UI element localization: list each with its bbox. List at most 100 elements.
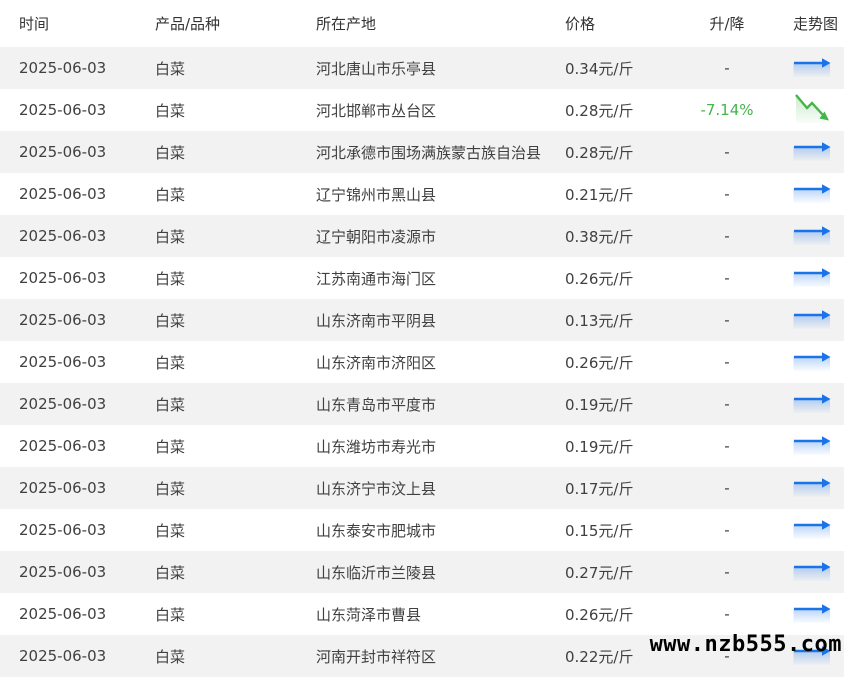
cell-price: 0.28元/斤	[565, 89, 695, 131]
column-header-product: 产品/品种	[155, 0, 316, 47]
cell-trend	[767, 341, 844, 383]
cell-product: 白菜	[155, 509, 316, 551]
cell-change: -	[695, 215, 767, 257]
table-row: 2025-06-03 白菜 河北唐山市乐亭县 0.34元/斤 -	[0, 47, 844, 89]
cell-price: 0.38元/斤	[565, 215, 695, 257]
cell-origin: 辽宁朝阳市凌源市	[316, 215, 565, 257]
cell-product: 白菜	[155, 425, 316, 467]
cell-time: 2025-06-03	[0, 131, 155, 173]
cell-change: -	[695, 509, 767, 551]
cell-product: 白菜	[155, 383, 316, 425]
trend-flat-arrow-icon[interactable]	[793, 429, 831, 465]
table-row: 2025-06-03 白菜 河北邯郸市丛台区 0.28元/斤 -7.14%	[0, 89, 844, 131]
column-header-trend: 走势图	[767, 0, 844, 47]
trend-flat-arrow-icon[interactable]	[793, 303, 831, 339]
cell-time: 2025-06-03	[0, 635, 155, 677]
trend-flat-arrow-icon[interactable]	[793, 135, 831, 171]
cell-time: 2025-06-03	[0, 467, 155, 509]
cell-price: 0.17元/斤	[565, 467, 695, 509]
cell-price: 0.26元/斤	[565, 593, 695, 635]
cell-time: 2025-06-03	[0, 47, 155, 89]
column-header-time: 时间	[0, 0, 155, 47]
cell-trend	[767, 425, 844, 467]
cell-time: 2025-06-03	[0, 299, 155, 341]
cell-change: -7.14%	[695, 89, 767, 131]
trend-down-arrow-icon[interactable]	[793, 93, 831, 129]
cell-product: 白菜	[155, 593, 316, 635]
cell-product: 白菜	[155, 467, 316, 509]
cell-origin: 山东临沂市兰陵县	[316, 551, 565, 593]
cell-product: 白菜	[155, 89, 316, 131]
cell-origin: 河南开封市祥符区	[316, 635, 565, 677]
trend-flat-arrow-icon[interactable]	[793, 597, 831, 633]
trend-flat-arrow-icon[interactable]	[793, 219, 831, 255]
cell-product: 白菜	[155, 551, 316, 593]
cell-change: -	[695, 467, 767, 509]
cell-origin: 山东青岛市平度市	[316, 383, 565, 425]
trend-flat-arrow-icon[interactable]	[793, 51, 831, 87]
cell-change: -	[695, 131, 767, 173]
cell-origin: 江苏南通市海门区	[316, 257, 565, 299]
cell-origin: 山东菏泽市曹县	[316, 593, 565, 635]
cell-price: 0.26元/斤	[565, 257, 695, 299]
table-row: 2025-06-03 白菜 山东济南市济阳区 0.26元/斤 -	[0, 341, 844, 383]
cell-time: 2025-06-03	[0, 593, 155, 635]
trend-flat-arrow-icon[interactable]	[793, 471, 831, 507]
cell-change: -	[695, 47, 767, 89]
cell-trend	[767, 89, 844, 131]
cell-origin: 山东泰安市肥城市	[316, 509, 565, 551]
cell-trend	[767, 509, 844, 551]
trend-flat-arrow-icon[interactable]	[793, 261, 831, 297]
cell-trend	[767, 257, 844, 299]
trend-flat-arrow-icon[interactable]	[793, 345, 831, 381]
table-row: 2025-06-03 白菜 河北承德市围场满族蒙古族自治县 0.28元/斤 -	[0, 131, 844, 173]
column-header-change: 升/降	[695, 0, 767, 47]
cell-change: -	[695, 593, 767, 635]
cell-trend	[767, 215, 844, 257]
price-table: 时间 产品/品种 所在产地 价格 升/降 走势图 2025-06-03 白菜 河…	[0, 0, 844, 677]
table-row: 2025-06-03 白菜 山东泰安市肥城市 0.15元/斤 -	[0, 509, 844, 551]
cell-origin: 辽宁锦州市黑山县	[316, 173, 565, 215]
cell-origin: 山东济南市平阴县	[316, 299, 565, 341]
column-header-origin: 所在产地	[316, 0, 565, 47]
table-row: 2025-06-03 白菜 辽宁朝阳市凌源市 0.38元/斤 -	[0, 215, 844, 257]
trend-flat-arrow-icon[interactable]	[793, 555, 831, 591]
cell-change: -	[695, 299, 767, 341]
cell-price: 0.19元/斤	[565, 383, 695, 425]
trend-flat-arrow-icon[interactable]	[793, 387, 831, 423]
cell-origin: 河北承德市围场满族蒙古族自治县	[316, 131, 565, 173]
cell-product: 白菜	[155, 341, 316, 383]
table-row: 2025-06-03 白菜 山东济宁市汶上县 0.17元/斤 -	[0, 467, 844, 509]
trend-flat-arrow-icon[interactable]	[793, 513, 831, 549]
cell-product: 白菜	[155, 131, 316, 173]
trend-flat-arrow-icon[interactable]	[793, 177, 831, 213]
cell-price: 0.34元/斤	[565, 47, 695, 89]
cell-product: 白菜	[155, 173, 316, 215]
cell-time: 2025-06-03	[0, 341, 155, 383]
table-row: 2025-06-03 白菜 江苏南通市海门区 0.26元/斤 -	[0, 257, 844, 299]
cell-trend	[767, 131, 844, 173]
cell-time: 2025-06-03	[0, 89, 155, 131]
cell-change: -	[695, 341, 767, 383]
cell-product: 白菜	[155, 257, 316, 299]
cell-price: 0.19元/斤	[565, 425, 695, 467]
cell-change: -	[695, 383, 767, 425]
table-row: 2025-06-03 白菜 山东临沂市兰陵县 0.27元/斤 -	[0, 551, 844, 593]
cell-product: 白菜	[155, 47, 316, 89]
cell-trend	[767, 467, 844, 509]
cell-trend	[767, 173, 844, 215]
column-header-price: 价格	[565, 0, 695, 47]
cell-change: -	[695, 425, 767, 467]
cell-change: -	[695, 257, 767, 299]
table-header-row: 时间 产品/品种 所在产地 价格 升/降 走势图	[0, 0, 844, 47]
table-row: 2025-06-03 白菜 山东青岛市平度市 0.19元/斤 -	[0, 383, 844, 425]
table-row: 2025-06-03 白菜 山东济南市平阴县 0.13元/斤 -	[0, 299, 844, 341]
cell-time: 2025-06-03	[0, 425, 155, 467]
cell-trend	[767, 383, 844, 425]
site-watermark: www.nzb555.com	[650, 632, 842, 657]
cell-price: 0.13元/斤	[565, 299, 695, 341]
cell-trend	[767, 551, 844, 593]
cell-price: 0.15元/斤	[565, 509, 695, 551]
cell-product: 白菜	[155, 635, 316, 677]
table-row: 2025-06-03 白菜 山东潍坊市寿光市 0.19元/斤 -	[0, 425, 844, 467]
